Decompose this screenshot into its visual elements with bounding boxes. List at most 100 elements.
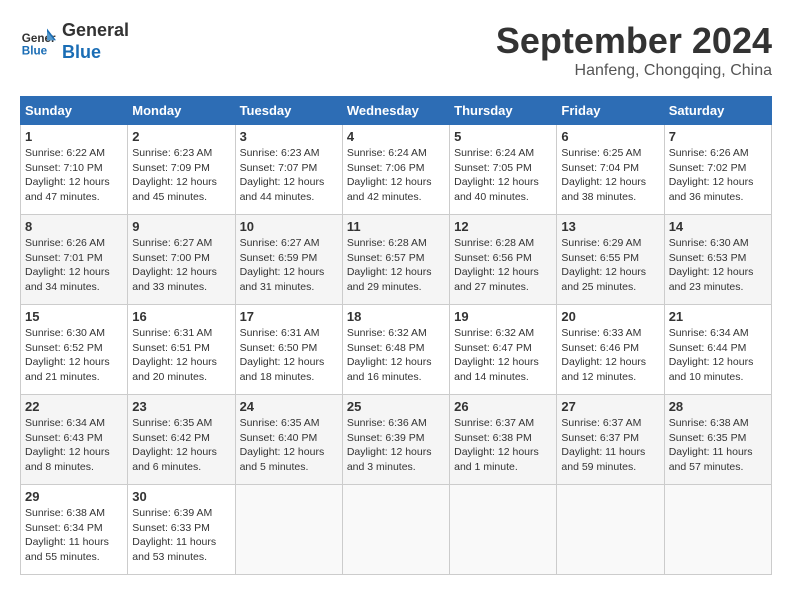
- calendar-cell: 10 Sunrise: 6:27 AM Sunset: 6:59 PM Dayl…: [235, 215, 342, 305]
- day-number: 2: [132, 129, 230, 144]
- sunset-label: Sunset: 6:35 PM: [669, 432, 747, 444]
- location: Hanfeng, Chongqing, China: [496, 62, 772, 80]
- weekday-header-sunday: Sunday: [21, 97, 128, 125]
- calendar-cell: 24 Sunrise: 6:35 AM Sunset: 6:40 PM Dayl…: [235, 395, 342, 485]
- day-number: 24: [240, 399, 338, 414]
- calendar-cell: 8 Sunrise: 6:26 AM Sunset: 7:01 PM Dayli…: [21, 215, 128, 305]
- calendar-cell: [450, 485, 557, 575]
- calendar-cell: 4 Sunrise: 6:24 AM Sunset: 7:06 PM Dayli…: [342, 125, 449, 215]
- weekday-header-monday: Monday: [128, 97, 235, 125]
- calendar-cell: 18 Sunrise: 6:32 AM Sunset: 6:48 PM Dayl…: [342, 305, 449, 395]
- day-info: Sunrise: 6:27 AM Sunset: 7:00 PM Dayligh…: [132, 236, 230, 295]
- sunset-label: Sunset: 6:57 PM: [347, 252, 425, 264]
- calendar-cell: 20 Sunrise: 6:33 AM Sunset: 6:46 PM Dayl…: [557, 305, 664, 395]
- daylight-label: Daylight: 12 hours and 36 minutes.: [669, 176, 754, 203]
- sunrise-label: Sunrise: 6:24 AM: [347, 147, 427, 159]
- sunrise-label: Sunrise: 6:38 AM: [25, 507, 105, 519]
- calendar-cell: 21 Sunrise: 6:34 AM Sunset: 6:44 PM Dayl…: [664, 305, 771, 395]
- day-number: 30: [132, 489, 230, 504]
- logo-general-text: General: [62, 20, 129, 42]
- calendar-cell: 30 Sunrise: 6:39 AM Sunset: 6:33 PM Dayl…: [128, 485, 235, 575]
- sunset-label: Sunset: 7:07 PM: [240, 162, 318, 174]
- daylight-label: Daylight: 11 hours and 57 minutes.: [669, 446, 753, 473]
- calendar-week-row: 22 Sunrise: 6:34 AM Sunset: 6:43 PM Dayl…: [21, 395, 772, 485]
- sunrise-label: Sunrise: 6:35 AM: [132, 417, 212, 429]
- daylight-label: Daylight: 12 hours and 10 minutes.: [669, 356, 754, 383]
- weekday-header-friday: Friday: [557, 97, 664, 125]
- sunset-label: Sunset: 6:40 PM: [240, 432, 318, 444]
- calendar-cell: 9 Sunrise: 6:27 AM Sunset: 7:00 PM Dayli…: [128, 215, 235, 305]
- day-info: Sunrise: 6:28 AM Sunset: 6:56 PM Dayligh…: [454, 236, 552, 295]
- daylight-label: Daylight: 12 hours and 16 minutes.: [347, 356, 432, 383]
- day-info: Sunrise: 6:39 AM Sunset: 6:33 PM Dayligh…: [132, 506, 230, 565]
- day-info: Sunrise: 6:32 AM Sunset: 6:47 PM Dayligh…: [454, 326, 552, 385]
- day-info: Sunrise: 6:31 AM Sunset: 6:51 PM Dayligh…: [132, 326, 230, 385]
- calendar-cell: 14 Sunrise: 6:30 AM Sunset: 6:53 PM Dayl…: [664, 215, 771, 305]
- calendar-cell: 29 Sunrise: 6:38 AM Sunset: 6:34 PM Dayl…: [21, 485, 128, 575]
- sunrise-label: Sunrise: 6:38 AM: [669, 417, 749, 429]
- calendar-cell: 26 Sunrise: 6:37 AM Sunset: 6:38 PM Dayl…: [450, 395, 557, 485]
- sunset-label: Sunset: 6:44 PM: [669, 342, 747, 354]
- sunrise-label: Sunrise: 6:24 AM: [454, 147, 534, 159]
- calendar-cell: 17 Sunrise: 6:31 AM Sunset: 6:50 PM Dayl…: [235, 305, 342, 395]
- calendar-cell: 16 Sunrise: 6:31 AM Sunset: 6:51 PM Dayl…: [128, 305, 235, 395]
- day-number: 4: [347, 129, 445, 144]
- daylight-label: Daylight: 12 hours and 12 minutes.: [561, 356, 646, 383]
- sunset-label: Sunset: 6:50 PM: [240, 342, 318, 354]
- sunrise-label: Sunrise: 6:29 AM: [561, 237, 641, 249]
- weekday-header-thursday: Thursday: [450, 97, 557, 125]
- sunrise-label: Sunrise: 6:25 AM: [561, 147, 641, 159]
- calendar-cell: 5 Sunrise: 6:24 AM Sunset: 7:05 PM Dayli…: [450, 125, 557, 215]
- day-number: 1: [25, 129, 123, 144]
- day-info: Sunrise: 6:38 AM Sunset: 6:35 PM Dayligh…: [669, 416, 767, 475]
- sunset-label: Sunset: 6:33 PM: [132, 522, 210, 534]
- day-info: Sunrise: 6:24 AM Sunset: 7:05 PM Dayligh…: [454, 146, 552, 205]
- sunset-label: Sunset: 6:56 PM: [454, 252, 532, 264]
- logo: General Blue General Blue General Blue: [20, 20, 129, 63]
- day-number: 15: [25, 309, 123, 324]
- day-info: Sunrise: 6:32 AM Sunset: 6:48 PM Dayligh…: [347, 326, 445, 385]
- sunset-label: Sunset: 6:42 PM: [132, 432, 210, 444]
- sunrise-label: Sunrise: 6:22 AM: [25, 147, 105, 159]
- day-number: 19: [454, 309, 552, 324]
- sunset-label: Sunset: 6:52 PM: [25, 342, 103, 354]
- sunrise-label: Sunrise: 6:34 AM: [669, 327, 749, 339]
- calendar-cell: 28 Sunrise: 6:38 AM Sunset: 6:35 PM Dayl…: [664, 395, 771, 485]
- day-number: 9: [132, 219, 230, 234]
- sunset-label: Sunset: 6:53 PM: [669, 252, 747, 264]
- day-number: 10: [240, 219, 338, 234]
- day-info: Sunrise: 6:35 AM Sunset: 6:42 PM Dayligh…: [132, 416, 230, 475]
- day-number: 21: [669, 309, 767, 324]
- daylight-label: Daylight: 12 hours and 18 minutes.: [240, 356, 325, 383]
- day-info: Sunrise: 6:29 AM Sunset: 6:55 PM Dayligh…: [561, 236, 659, 295]
- day-number: 20: [561, 309, 659, 324]
- calendar-cell: 12 Sunrise: 6:28 AM Sunset: 6:56 PM Dayl…: [450, 215, 557, 305]
- sunrise-label: Sunrise: 6:26 AM: [25, 237, 105, 249]
- sunrise-label: Sunrise: 6:32 AM: [347, 327, 427, 339]
- calendar-cell: 6 Sunrise: 6:25 AM Sunset: 7:04 PM Dayli…: [557, 125, 664, 215]
- calendar-cell: 23 Sunrise: 6:35 AM Sunset: 6:42 PM Dayl…: [128, 395, 235, 485]
- day-info: Sunrise: 6:37 AM Sunset: 6:38 PM Dayligh…: [454, 416, 552, 475]
- daylight-label: Daylight: 11 hours and 55 minutes.: [25, 536, 109, 563]
- calendar-cell: [664, 485, 771, 575]
- daylight-label: Daylight: 12 hours and 44 minutes.: [240, 176, 325, 203]
- daylight-label: Daylight: 12 hours and 47 minutes.: [25, 176, 110, 203]
- sunrise-label: Sunrise: 6:27 AM: [240, 237, 320, 249]
- sunset-label: Sunset: 6:48 PM: [347, 342, 425, 354]
- weekday-header-row: SundayMondayTuesdayWednesdayThursdayFrid…: [21, 97, 772, 125]
- day-info: Sunrise: 6:25 AM Sunset: 7:04 PM Dayligh…: [561, 146, 659, 205]
- sunset-label: Sunset: 7:02 PM: [669, 162, 747, 174]
- sunset-label: Sunset: 7:04 PM: [561, 162, 639, 174]
- calendar-title: September 2024 Hanfeng, Chongqing, China: [496, 20, 772, 80]
- day-number: 7: [669, 129, 767, 144]
- day-info: Sunrise: 6:38 AM Sunset: 6:34 PM Dayligh…: [25, 506, 123, 565]
- day-info: Sunrise: 6:34 AM Sunset: 6:43 PM Dayligh…: [25, 416, 123, 475]
- sunset-label: Sunset: 6:46 PM: [561, 342, 639, 354]
- day-info: Sunrise: 6:23 AM Sunset: 7:07 PM Dayligh…: [240, 146, 338, 205]
- daylight-label: Daylight: 12 hours and 27 minutes.: [454, 266, 539, 293]
- calendar-cell: 19 Sunrise: 6:32 AM Sunset: 6:47 PM Dayl…: [450, 305, 557, 395]
- daylight-label: Daylight: 12 hours and 38 minutes.: [561, 176, 646, 203]
- sunrise-label: Sunrise: 6:30 AM: [669, 237, 749, 249]
- daylight-label: Daylight: 11 hours and 53 minutes.: [132, 536, 216, 563]
- calendar-cell: [342, 485, 449, 575]
